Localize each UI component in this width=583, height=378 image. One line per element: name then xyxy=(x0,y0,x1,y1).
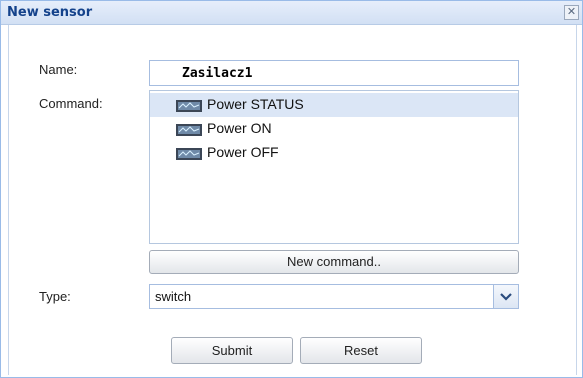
dialog-titlebar[interactable]: New sensor ✕ xyxy=(1,1,582,25)
dialog-body: Name: Command: Power STATUS xyxy=(8,25,577,375)
close-icon[interactable]: ✕ xyxy=(564,5,579,20)
command-label: Command: xyxy=(39,96,103,111)
list-item[interactable]: Power ON xyxy=(150,117,518,141)
type-select[interactable]: switch xyxy=(149,284,519,309)
device-icon xyxy=(176,123,202,136)
list-item[interactable]: Power STATUS xyxy=(150,93,518,117)
list-item-label: Power ON xyxy=(207,120,272,136)
type-select-value: switch xyxy=(155,289,192,304)
name-label: Name: xyxy=(39,62,78,77)
list-item-label: Power STATUS xyxy=(207,96,304,112)
list-item-label: Power OFF xyxy=(207,144,279,160)
dialog-title: New sensor xyxy=(7,5,93,20)
new-command-button[interactable]: New command.. xyxy=(149,250,519,274)
submit-button[interactable]: Submit xyxy=(171,337,293,364)
command-list[interactable]: Power STATUS Power ON Power OFF xyxy=(149,90,519,244)
device-icon xyxy=(176,99,202,112)
new-sensor-dialog: New sensor ✕ Name: Command: Power STATUS xyxy=(0,0,583,378)
reset-button[interactable]: Reset xyxy=(300,337,422,364)
type-label: Type: xyxy=(39,289,71,304)
list-item[interactable]: Power OFF xyxy=(150,141,518,165)
chevron-down-icon[interactable] xyxy=(493,285,518,308)
device-icon xyxy=(176,147,202,160)
name-input[interactable] xyxy=(149,60,519,86)
